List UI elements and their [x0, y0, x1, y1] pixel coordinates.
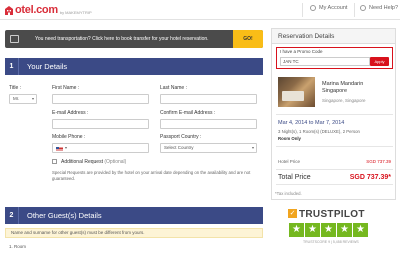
hotel-name-line2: Singapore: [322, 88, 348, 94]
total-price-row: Total Price SGD 737.39*: [278, 174, 391, 181]
chevron-down-icon: [32, 98, 34, 100]
star-icon: ★: [305, 223, 320, 237]
help-icon: [360, 5, 366, 11]
section-title: Other Guest(s) Details: [27, 211, 102, 220]
last-name-label: Last Name :: [160, 85, 187, 91]
confirm-email-input[interactable]: [160, 119, 257, 129]
email-input[interactable]: [52, 119, 149, 129]
check-icon: ✓: [288, 209, 297, 218]
email-label: E-mail Address :: [52, 110, 89, 116]
title-value: Mr.: [13, 96, 20, 101]
special-request-note: Special Requests are provided by the hot…: [52, 170, 251, 181]
promo-code-input[interactable]: JAN TC: [280, 57, 370, 66]
my-account-label: My Account: [319, 5, 348, 11]
us-flag-icon: [56, 146, 63, 151]
promo-label: I have a Promo Code: [280, 49, 323, 54]
tax-note: *Tax included.: [275, 191, 302, 196]
divider: [276, 146, 393, 147]
total-price-value: SGD 737.39*: [349, 174, 391, 181]
hotel-image: [278, 77, 315, 107]
bus-icon: [10, 35, 19, 43]
country-placeholder: Select Country: [164, 145, 194, 150]
first-name-label: First Name :: [52, 85, 80, 91]
your-details-header: 1 Your Details: [5, 58, 263, 75]
passport-country-select[interactable]: Select Country: [160, 143, 257, 153]
reservation-header: Reservation Details: [272, 29, 395, 44]
star-icon: ★: [353, 223, 368, 237]
go-button[interactable]: GO!: [233, 30, 263, 48]
divider: [276, 169, 393, 170]
room-only: Room Only: [278, 136, 301, 141]
hotel-city: Singapore, Singapore: [322, 98, 366, 103]
trustpilot-score: TRUSTSCORE 9 | 5,458 REVIEWS: [303, 240, 359, 244]
star-icon: ★: [289, 223, 304, 237]
hotel-price-value: SGD 737.39: [366, 159, 391, 164]
promo-code-box: I have a Promo Code JAN TC Apply: [276, 47, 393, 69]
hotel-icon: [5, 6, 13, 15]
mobile-input[interactable]: [52, 143, 149, 153]
user-icon: [310, 5, 316, 11]
confirm-email-label: Confirm E-mail Address :: [160, 110, 216, 116]
my-account-link[interactable]: My Account: [310, 5, 347, 11]
section-number: 2: [5, 207, 19, 224]
divider: [276, 184, 393, 185]
room-label: 1. Room: [9, 244, 27, 249]
passport-country-label: Passport Country :: [160, 134, 202, 140]
need-help-label: Need Help?: [369, 5, 399, 11]
apply-button[interactable]: Apply: [370, 57, 389, 66]
section-number: 1: [5, 58, 19, 75]
logo[interactable]: otel.com by MAKEMYTRIP: [4, 4, 92, 16]
title-label: Title :: [9, 85, 22, 91]
divider: [354, 3, 355, 17]
chevron-down-icon[interactable]: [65, 147, 67, 149]
nights-info: 3 Night(s), 1 Room(s) (DELUXE), 2 Person: [278, 129, 360, 134]
star-icon: ★: [337, 223, 352, 237]
mobile-label: Mobile Phone :: [52, 134, 86, 140]
first-name-input[interactable]: [52, 94, 149, 104]
need-help-link[interactable]: Need Help?: [360, 5, 398, 11]
trustpilot-title: TRUSTPILOT: [299, 209, 365, 220]
trustpilot-badge[interactable]: ✓ TRUSTPILOT ★ ★ ★ ★ ★ TRUSTSCORE 9 | 5,…: [287, 209, 387, 249]
guest-name-notice: Name and surname for other guest(s) must…: [5, 228, 263, 238]
chevron-down-icon: [252, 147, 254, 149]
hotel-price-label: Hotel Price: [278, 159, 301, 164]
total-price-label: Total Price: [278, 174, 311, 181]
hotel-name: Marina Mandarin: [322, 81, 364, 87]
logo-byline: by MAKEMYTRIP: [59, 10, 92, 15]
logo-text: otel.com: [15, 4, 58, 16]
additional-request-text: Additional Request: [61, 159, 103, 165]
star-icon: ★: [321, 223, 336, 237]
transport-text[interactable]: You need transportation? Click here to b…: [35, 36, 209, 42]
divider: [276, 114, 393, 115]
rating-stars: ★ ★ ★ ★ ★: [289, 223, 368, 237]
transport-banner[interactable]: You need transportation? Click here to b…: [5, 30, 263, 48]
last-name-input[interactable]: [160, 94, 257, 104]
section-title: Your Details: [27, 62, 68, 71]
top-bar: otel.com by MAKEMYTRIP My Account Need H…: [0, 0, 400, 20]
other-guests-header: 2 Other Guest(s) Details: [5, 207, 263, 224]
hotel-price-row: Hotel Price SGD 737.39: [278, 159, 391, 164]
additional-request-checkbox[interactable]: [52, 159, 57, 164]
stay-dates: Mar 4, 2014 to Mar 7, 2014: [278, 120, 345, 126]
divider: [302, 3, 303, 17]
additional-request-label[interactable]: Additional Request (Optional): [61, 159, 126, 165]
optional-text: (Optional): [104, 159, 127, 165]
reservation-details-panel: Reservation Details I have a Promo Code …: [271, 28, 396, 200]
title-select[interactable]: Mr.: [9, 94, 37, 104]
